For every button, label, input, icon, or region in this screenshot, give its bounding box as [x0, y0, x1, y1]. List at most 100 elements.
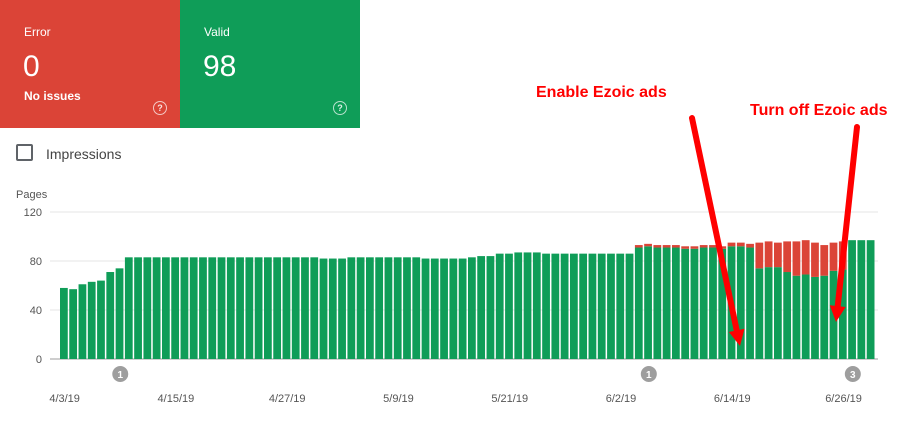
bar-valid[interactable]: [681, 248, 690, 359]
bar-valid[interactable]: [597, 253, 606, 359]
bar-valid[interactable]: [384, 257, 393, 359]
bar-valid[interactable]: [588, 253, 597, 359]
bar-valid[interactable]: [403, 257, 411, 359]
bar-valid[interactable]: [97, 280, 105, 359]
bar-error[interactable]: [681, 246, 690, 249]
bar-valid[interactable]: [792, 275, 801, 359]
bar-error[interactable]: [672, 245, 680, 248]
bar-valid[interactable]: [134, 257, 142, 359]
bar-valid[interactable]: [310, 257, 319, 359]
bar-valid[interactable]: [78, 284, 87, 359]
bar-valid[interactable]: [579, 253, 588, 359]
bar-error[interactable]: [820, 245, 829, 276]
bar-valid[interactable]: [468, 257, 476, 359]
bar-valid[interactable]: [60, 287, 68, 359]
bar-valid[interactable]: [189, 257, 198, 359]
bar-valid[interactable]: [115, 268, 124, 359]
bar-error[interactable]: [653, 245, 662, 248]
bar-error[interactable]: [774, 242, 782, 268]
bar-valid[interactable]: [570, 253, 578, 359]
bar-valid[interactable]: [690, 248, 699, 359]
bar-valid[interactable]: [495, 253, 504, 359]
bar-valid[interactable]: [282, 257, 291, 359]
bar-valid[interactable]: [505, 253, 513, 359]
bar-error[interactable]: [764, 241, 773, 268]
bar-valid[interactable]: [328, 258, 337, 359]
bar-valid[interactable]: [699, 247, 708, 359]
bar-valid[interactable]: [866, 240, 875, 359]
bar-error[interactable]: [801, 240, 810, 275]
bar-valid[interactable]: [356, 257, 365, 359]
bar-valid[interactable]: [801, 274, 810, 359]
bar-valid[interactable]: [69, 289, 78, 359]
bar-error[interactable]: [699, 245, 708, 248]
bar-valid[interactable]: [338, 258, 346, 359]
bar-valid[interactable]: [709, 247, 717, 359]
bar-valid[interactable]: [421, 258, 430, 359]
bar-valid[interactable]: [811, 276, 819, 359]
bar-valid[interactable]: [87, 281, 96, 359]
bar-valid[interactable]: [143, 257, 152, 359]
bar-valid[interactable]: [560, 253, 569, 359]
bar-error[interactable]: [829, 242, 838, 271]
bar-valid[interactable]: [301, 257, 309, 359]
bar-valid[interactable]: [514, 252, 523, 359]
bar-valid[interactable]: [124, 257, 133, 359]
bar-error[interactable]: [792, 241, 801, 276]
bar-valid[interactable]: [477, 256, 486, 359]
bar-valid[interactable]: [449, 258, 458, 359]
bar-valid[interactable]: [746, 247, 754, 359]
bar-valid[interactable]: [857, 240, 866, 359]
bar-valid[interactable]: [180, 257, 189, 359]
bar-valid[interactable]: [820, 275, 829, 359]
bar-valid[interactable]: [551, 253, 560, 359]
bar-valid[interactable]: [217, 257, 226, 359]
bar-valid[interactable]: [634, 247, 643, 359]
bar-valid[interactable]: [523, 252, 532, 359]
bar-valid[interactable]: [486, 256, 495, 359]
bar-valid[interactable]: [226, 257, 235, 359]
bar-valid[interactable]: [152, 257, 161, 359]
bar-valid[interactable]: [755, 268, 764, 359]
bar-valid[interactable]: [783, 272, 792, 359]
bar-valid[interactable]: [273, 257, 282, 359]
bar-error[interactable]: [727, 242, 736, 247]
bar-valid[interactable]: [607, 253, 615, 359]
bar-valid[interactable]: [319, 258, 328, 359]
bar-valid[interactable]: [291, 257, 300, 359]
bar-valid[interactable]: [412, 257, 421, 359]
bar-valid[interactable]: [542, 253, 550, 359]
bar-error[interactable]: [690, 246, 699, 249]
bar-error[interactable]: [783, 241, 792, 273]
bar-valid[interactable]: [393, 257, 402, 359]
bar-valid[interactable]: [764, 267, 773, 360]
bar-valid[interactable]: [774, 267, 782, 360]
bar-error[interactable]: [644, 243, 652, 247]
bar-valid[interactable]: [236, 257, 244, 359]
bar-valid[interactable]: [245, 257, 254, 359]
bar-error[interactable]: [746, 243, 754, 248]
bar-valid[interactable]: [644, 246, 652, 359]
bar-error[interactable]: [736, 242, 745, 247]
bar-valid[interactable]: [375, 257, 384, 359]
bar-valid[interactable]: [625, 253, 634, 359]
bar-error[interactable]: [811, 242, 819, 277]
bar-valid[interactable]: [653, 247, 662, 359]
bar-valid[interactable]: [171, 257, 180, 359]
bar-error[interactable]: [634, 245, 643, 248]
bar-valid[interactable]: [199, 257, 207, 359]
bar-error[interactable]: [662, 245, 671, 248]
bar-error[interactable]: [709, 245, 717, 248]
bar-valid[interactable]: [458, 258, 467, 359]
bar-valid[interactable]: [430, 258, 439, 359]
bar-valid[interactable]: [848, 240, 856, 359]
bar-valid[interactable]: [672, 247, 680, 359]
bar-valid[interactable]: [254, 257, 263, 359]
bar-valid[interactable]: [208, 257, 217, 359]
bar-valid[interactable]: [662, 247, 671, 359]
bar-valid[interactable]: [616, 253, 625, 359]
bar-valid[interactable]: [440, 258, 448, 359]
bar-error[interactable]: [755, 242, 764, 269]
bar-valid[interactable]: [347, 257, 356, 359]
bar-valid[interactable]: [366, 257, 374, 359]
